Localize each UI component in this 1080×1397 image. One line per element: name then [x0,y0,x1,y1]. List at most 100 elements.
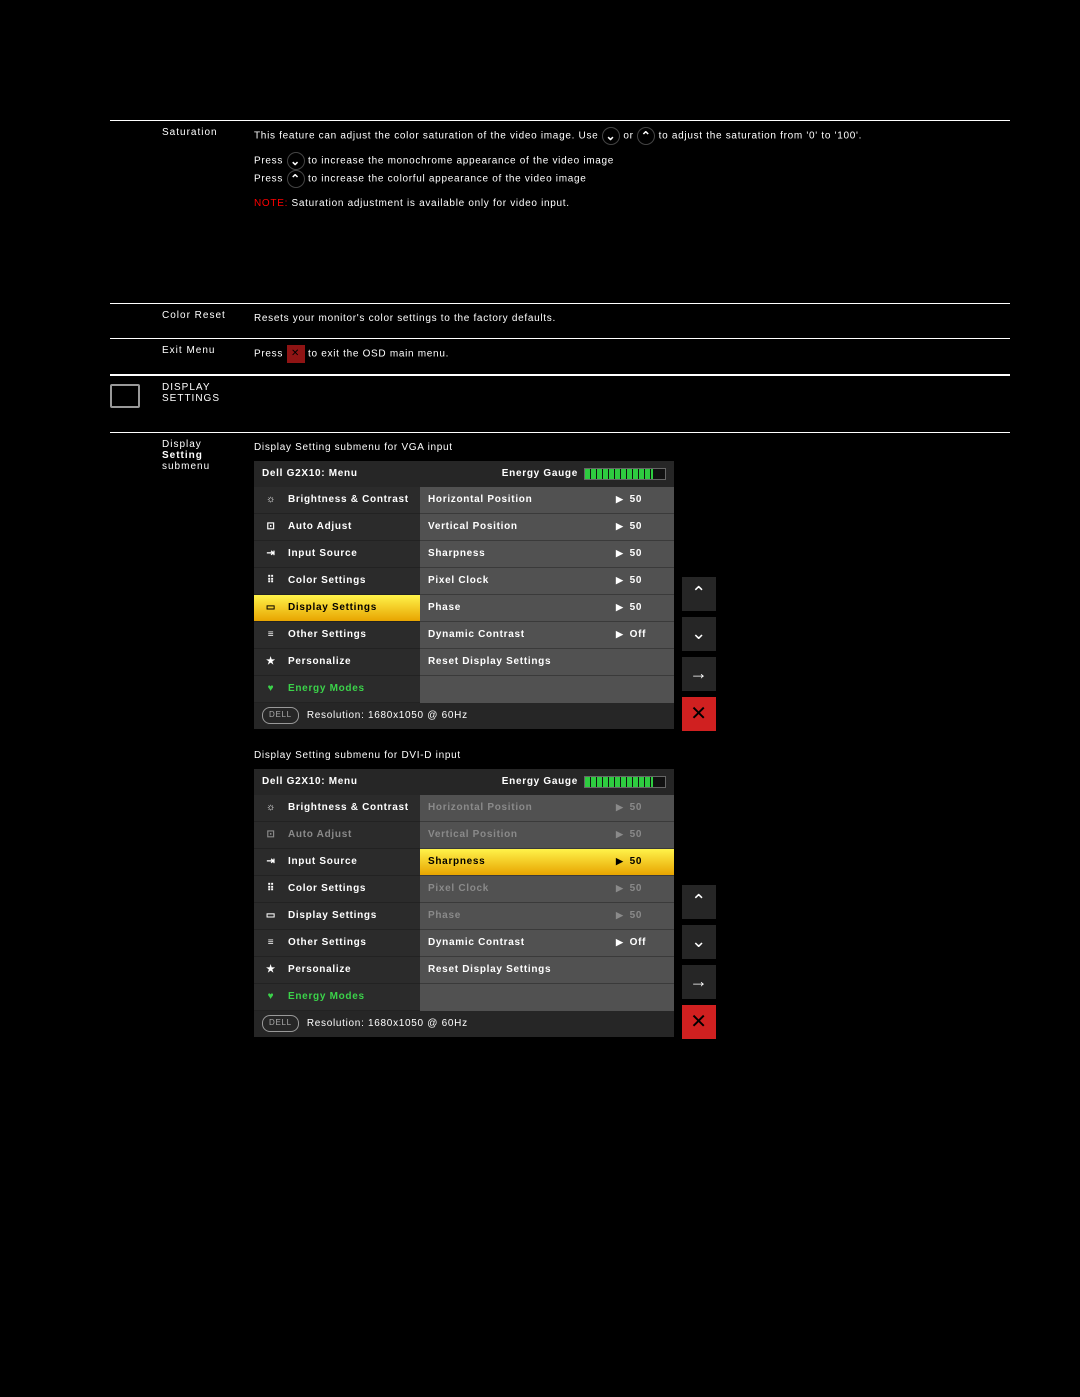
option-vertical-position: Vertical Position▶50 [420,822,674,849]
option-value: 50 [630,491,643,509]
nav-up-button[interactable]: ⌃ [682,577,716,611]
triangle-icon: ▶ [616,907,624,923]
menu-label: Display Settings [288,907,377,925]
nav-right-button[interactable]: → [682,965,716,999]
option-label: Vertical Position [428,826,616,844]
text: to adjust the saturation from '0' to '10… [659,131,862,142]
note-label: NOTE: [254,198,288,209]
up-icon: ⌃ [287,170,305,188]
option-pixel-clock: Pixel Clock▶50 [420,876,674,903]
menu-label: Color Settings [288,572,366,590]
option-value: 50 [630,518,643,536]
resolution-label: Resolution: 1680x1050 @ 60Hz [307,1015,468,1033]
menu-item-brightness-contrast[interactable]: ☼Brightness & Contrast [254,487,420,514]
option-label: Pixel Clock [428,880,616,898]
vga-heading: Display Setting submenu for VGA input [254,439,1010,457]
osd-title: Dell G2X10: Menu [262,773,358,791]
text: to increase the colorful appearance of t… [308,174,587,185]
option-vertical-position[interactable]: Vertical Position▶ 50 [420,514,674,541]
option-label: Reset Display Settings [428,653,666,671]
option-horizontal-position[interactable]: Horizontal Position▶50 [420,487,674,514]
display-settings-icon: ▭ [262,599,280,617]
menu-label: Energy Modes [288,988,365,1006]
menu-item-color-settings[interactable]: ⠿Color Settings [254,876,420,903]
option-value: 50 [630,599,643,617]
menu-item-other-settings[interactable]: ≡Other Settings [254,622,420,649]
personalize-icon: ★ [262,653,280,671]
menu-item-display-settings[interactable]: ▭Display Settings [254,903,420,930]
triangle-icon: ▶ [616,545,624,561]
option-value: Off [630,934,647,952]
option-phase: Phase▶50 [420,903,674,930]
dvi-heading: Display Setting submenu for DVI-D input [254,747,1010,765]
menu-item-other-settings[interactable]: ≡ Other Settings [254,930,420,957]
nav-right-button[interactable]: → [682,657,716,691]
triangle-icon: ▶ [616,880,624,896]
option-label: Sharpness [428,853,616,871]
option-label: Reset Display Settings [428,961,666,979]
menu-item-personalize[interactable]: ★ Personalize [254,649,420,676]
menu-item-input-source[interactable]: ⇥Input Source [254,849,420,876]
down-icon: ⌄ [602,127,620,145]
triangle-icon: ▶ [616,518,624,534]
option-dynamic-contrast[interactable]: Dynamic Contrast▶ Off [420,930,674,957]
nav-down-button[interactable]: ⌄ [682,925,716,959]
option-label: Phase [428,599,616,617]
menu-label: Personalize [288,961,351,979]
row-label-color-reset: Color Reset [162,304,248,338]
menu-label: Other Settings [288,934,367,952]
option-reset-display-settings[interactable]: Reset Display Settings [420,957,674,984]
menu-item-color-settings[interactable]: ⠿ Color Settings [254,568,420,595]
menu-item-auto-adjust[interactable]: ⊡Auto Adjust [254,514,420,541]
nav-close-button[interactable]: ✕ [682,697,716,731]
up-icon: ⌃ [637,127,655,145]
menu-label: Personalize [288,653,351,671]
menu-item-energy-modes[interactable]: ♥Energy Modes [254,676,420,703]
option-sharpness[interactable]: Sharpness▶50 [420,849,674,876]
option-label: Pixel Clock [428,572,616,590]
triangle-icon: ▶ [616,491,624,507]
option-horizontal-position: Horizontal Position▶50 [420,795,674,822]
row-label-saturation: Saturation [162,121,248,303]
brightness-icon: ☼ [262,799,280,817]
option-pixel-clock[interactable]: Pixel Clock▶50 [420,568,674,595]
triangle-icon: ▶ [616,799,624,815]
color-settings-icon: ⠿ [262,572,280,590]
energy-gauge-bar [584,468,666,480]
option-value: 50 [630,853,643,871]
triangle-icon: ▶ [616,826,624,842]
option-phase[interactable]: Phase▶50 [420,595,674,622]
option-dynamic-contrast[interactable]: Dynamic Contrast▶Off [420,622,674,649]
triangle-icon: ▶ [616,626,624,642]
energy-modes-icon: ♥ [262,988,280,1006]
menu-item-input-source[interactable]: ⇥Input Source [254,541,420,568]
option-label: Vertical Position [428,518,616,536]
display-settings-category-icon [110,376,162,432]
nav-close-button[interactable]: ✕ [682,1005,716,1039]
menu-label: Energy Modes [288,680,365,698]
triangle-icon: ▶ [616,934,624,950]
text: Setting [162,450,203,461]
row-label-exit-menu: Exit Menu [162,339,248,374]
text: This feature can adjust the color satura… [254,131,598,142]
menu-item-display-settings[interactable]: ▭Display Settings [254,595,420,622]
text: Press [254,155,283,166]
text: to increase the monochrome appearance of… [308,155,614,166]
menu-item-personalize[interactable]: ★ Personalize [254,957,420,984]
option-value: 50 [630,545,643,563]
other-settings-icon: ≡ [262,934,280,952]
option-label: Dynamic Contrast [428,934,616,952]
menu-item-brightness-contrast[interactable]: ☼Brightness & Contrast [254,795,420,822]
nav-up-button[interactable]: ⌃ [682,885,716,919]
menu-label: Input Source [288,853,358,871]
osd-panel-dvi: Dell G2X10: Menu Energy Gauge ☼Brightnes… [254,769,674,1037]
text: Press [254,349,283,360]
menu-item-energy-modes[interactable]: ♥ Energy Modes [254,984,420,1011]
menu-label: Input Source [288,545,358,563]
option-reset-display-settings[interactable]: Reset Display Settings [420,649,674,676]
option-sharpness[interactable]: Sharpness▶50 [420,541,674,568]
personalize-icon: ★ [262,961,280,979]
down-icon: ⌄ [287,152,305,170]
row-desc-saturation: This feature can adjust the color satura… [248,121,1010,303]
nav-down-button[interactable]: ⌄ [682,617,716,651]
